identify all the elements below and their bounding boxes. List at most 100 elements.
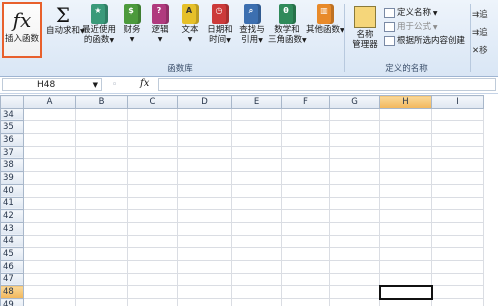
cell-c34[interactable]: [127, 107, 178, 122]
column-header-c[interactable]: C: [127, 95, 178, 109]
cell-g48[interactable]: [329, 285, 380, 299]
cell-c45[interactable]: [127, 247, 178, 261]
cell-h43[interactable]: [379, 221, 432, 236]
define-name-button[interactable]: 定义名称 ▼: [384, 6, 438, 18]
name-manager-button[interactable]: 名称 管理器: [350, 4, 380, 50]
cell-h34[interactable]: [379, 107, 432, 122]
cell-c49[interactable]: [127, 298, 178, 306]
column-header-i[interactable]: I: [431, 95, 484, 109]
cell-f44[interactable]: [281, 234, 330, 249]
cell-h39[interactable]: [379, 171, 432, 185]
datetime-button[interactable]: ◷ 日期和 时间▼: [204, 4, 236, 56]
cell-c43[interactable]: [127, 221, 178, 236]
cell-d45[interactable]: [177, 247, 232, 261]
cell-d48[interactable]: [177, 285, 232, 299]
cell-g41[interactable]: [329, 196, 380, 211]
cell-e42[interactable]: [231, 209, 282, 223]
cell-c40[interactable]: [127, 183, 178, 198]
cell-a45[interactable]: [23, 247, 76, 261]
cell-a42[interactable]: [23, 209, 76, 223]
row-header-41[interactable]: 41: [0, 196, 24, 211]
other-functions-button[interactable]: ▥ 其他函数▼: [306, 4, 345, 56]
cell-i41[interactable]: [431, 196, 484, 211]
row-header-36[interactable]: 36: [0, 133, 24, 147]
cell-f47[interactable]: [281, 272, 330, 287]
row-header-46[interactable]: 46: [0, 259, 24, 274]
cell-f48[interactable]: [281, 285, 330, 299]
cell-g45[interactable]: [329, 247, 380, 261]
cell-g42[interactable]: [329, 209, 380, 223]
cell-h35[interactable]: [379, 120, 432, 135]
row-header-34[interactable]: 34: [0, 107, 24, 122]
cell-f46[interactable]: [281, 259, 330, 274]
cell-i34[interactable]: [431, 107, 484, 122]
cell-f45[interactable]: [281, 247, 330, 261]
cell-b36[interactable]: [75, 133, 128, 147]
cell-h41[interactable]: [379, 196, 432, 211]
column-header-g[interactable]: G: [329, 95, 380, 109]
cell-g38[interactable]: [329, 158, 380, 173]
cell-e39[interactable]: [231, 171, 282, 185]
row-header-38[interactable]: 38: [0, 158, 24, 173]
cell-e44[interactable]: [231, 234, 282, 249]
cell-a49[interactable]: [23, 298, 76, 306]
row-header-49[interactable]: 49: [0, 298, 24, 306]
row-header-39[interactable]: 39: [0, 171, 24, 185]
cell-i46[interactable]: [431, 259, 484, 274]
row-header-40[interactable]: 40: [0, 183, 24, 198]
recent-functions-button[interactable]: ★ 最近使用 的函数▼: [80, 4, 118, 56]
cell-a43[interactable]: [23, 221, 76, 236]
cell-i48[interactable]: [431, 285, 484, 299]
row-header-42[interactable]: 42: [0, 209, 24, 223]
cell-a36[interactable]: [23, 133, 76, 147]
cell-i49[interactable]: [431, 298, 484, 306]
cell-i43[interactable]: [431, 221, 484, 236]
cell-d34[interactable]: [177, 107, 232, 122]
cell-d36[interactable]: [177, 133, 232, 147]
cell-d37[interactable]: [177, 145, 232, 160]
lookup-button[interactable]: ⌕ 查找与 引用▼: [236, 4, 268, 56]
cell-d49[interactable]: [177, 298, 232, 306]
column-header-h[interactable]: H: [379, 95, 432, 109]
financial-button[interactable]: $ 财务 ▼: [120, 4, 144, 56]
cell-d41[interactable]: [177, 196, 232, 211]
cell-d35[interactable]: [177, 120, 232, 135]
cell-a38[interactable]: [23, 158, 76, 173]
cell-i42[interactable]: [431, 209, 484, 223]
cell-e41[interactable]: [231, 196, 282, 211]
cell-e49[interactable]: [231, 298, 282, 306]
cell-b37[interactable]: [75, 145, 128, 160]
cell-g49[interactable]: [329, 298, 380, 306]
cell-f42[interactable]: [281, 209, 330, 223]
cell-b35[interactable]: [75, 120, 128, 135]
column-header-e[interactable]: E: [231, 95, 282, 109]
cell-d43[interactable]: [177, 221, 232, 236]
cell-h45[interactable]: [379, 247, 432, 261]
cell-e43[interactable]: [231, 221, 282, 236]
cell-i38[interactable]: [431, 158, 484, 173]
cell-d47[interactable]: [177, 272, 232, 287]
cell-a46[interactable]: [23, 259, 76, 274]
cell-h40[interactable]: [379, 183, 432, 198]
cell-a41[interactable]: [23, 196, 76, 211]
cell-g34[interactable]: [329, 107, 380, 122]
cell-f40[interactable]: [281, 183, 330, 198]
cell-b42[interactable]: [75, 209, 128, 223]
cell-c41[interactable]: [127, 196, 178, 211]
cell-a34[interactable]: [23, 107, 76, 122]
cell-h37[interactable]: [379, 145, 432, 160]
cell-e40[interactable]: [231, 183, 282, 198]
trace-dependents-button[interactable]: ⇉追: [472, 26, 498, 38]
column-header-d[interactable]: D: [177, 95, 232, 109]
cell-g35[interactable]: [329, 120, 380, 135]
cell-i39[interactable]: [431, 171, 484, 185]
insert-function-fx-button[interactable]: fx: [140, 78, 149, 89]
cell-g36[interactable]: [329, 133, 380, 147]
cell-h36[interactable]: [379, 133, 432, 147]
cell-g39[interactable]: [329, 171, 380, 185]
cell-f49[interactable]: [281, 298, 330, 306]
select-all-corner[interactable]: [0, 95, 24, 109]
cell-b45[interactable]: [75, 247, 128, 261]
cell-c36[interactable]: [127, 133, 178, 147]
cell-f36[interactable]: [281, 133, 330, 147]
